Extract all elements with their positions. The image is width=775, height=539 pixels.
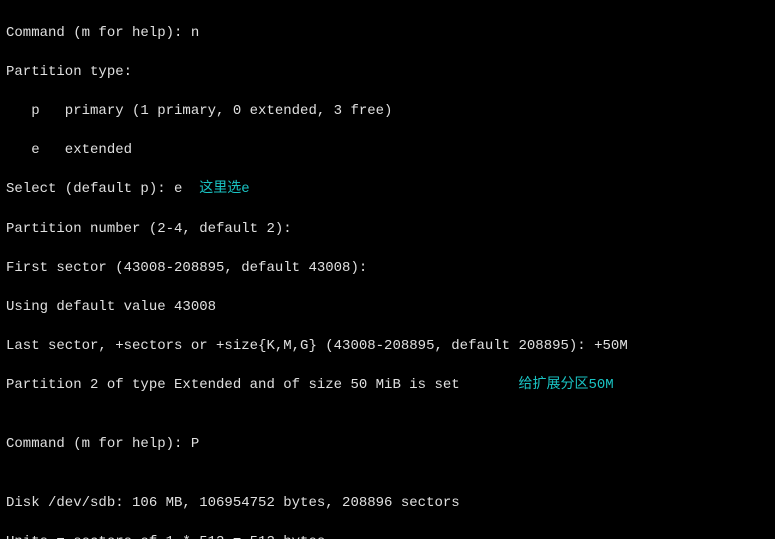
- annotation-text: 这里选e: [182, 181, 249, 197]
- prompt-text: Last sector, +sectors or +size{K,M,G} (4…: [6, 338, 594, 354]
- output-line: e extended: [6, 141, 769, 161]
- output-line: Partition type:: [6, 63, 769, 83]
- annotation-text: 给扩展分区50M: [519, 377, 614, 393]
- prompt-line: Command (m for help): n: [6, 24, 769, 44]
- prompt-text: Command (m for help):: [6, 436, 191, 452]
- output-line: Units = sectors of 1 * 512 = 512 bytes: [6, 533, 769, 539]
- output-line: Using default value 43008: [6, 298, 769, 318]
- output-line: Partition number (2-4, default 2):: [6, 220, 769, 240]
- user-input: P: [191, 436, 199, 452]
- output-text: Partition 2 of type Extended and of size…: [6, 377, 460, 393]
- output-line: Disk /dev/sdb: 106 MB, 106954752 bytes, …: [6, 494, 769, 514]
- user-input: +50M: [594, 338, 628, 354]
- output-line: First sector (43008-208895, default 4300…: [6, 259, 769, 279]
- prompt-line: Select (default p): e 这里选e: [6, 180, 769, 200]
- user-input: n: [191, 25, 199, 41]
- prompt-text: Command (m for help):: [6, 25, 191, 41]
- output-line: Partition 2 of type Extended and of size…: [6, 376, 769, 396]
- prompt-line: Last sector, +sectors or +size{K,M,G} (4…: [6, 337, 769, 357]
- prompt-text: Select (default p):: [6, 181, 174, 197]
- output-line: p primary (1 primary, 0 extended, 3 free…: [6, 102, 769, 122]
- prompt-line: Command (m for help): P: [6, 435, 769, 455]
- terminal-output: Command (m for help): n Partition type: …: [0, 0, 775, 539]
